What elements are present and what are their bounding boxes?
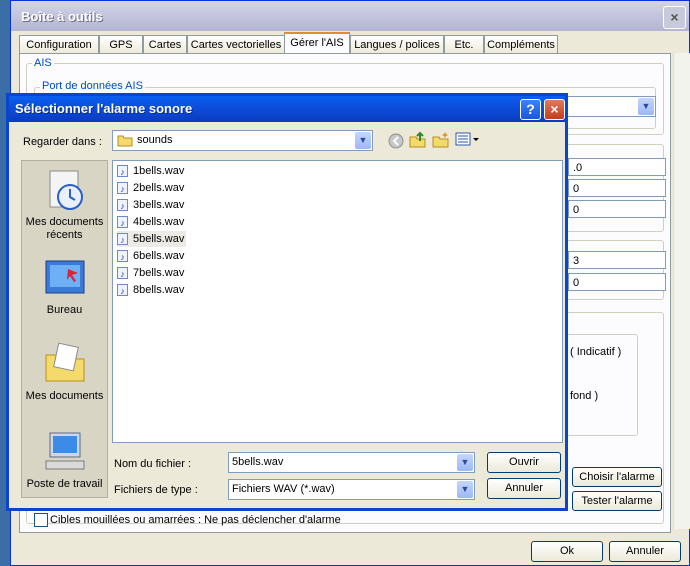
indicatif-text: ( Indicatif ) [570,346,622,358]
audio-file-icon: ♪ [117,284,128,296]
list-item[interactable]: ♪ 2bells.wav [117,180,186,196]
view-menu-icon[interactable] [455,132,481,151]
audio-file-icon: ♪ [117,216,128,228]
filetype-select[interactable]: Fichiers WAV (*.wav) ▼ [228,479,475,500]
value-field-2[interactable]: 0 [568,179,666,197]
dialog-close-button[interactable]: × [544,99,565,120]
toolbox-close-button[interactable]: × [663,6,686,29]
place-recent-documents[interactable]: Mes documents récents [22,167,107,242]
place-my-documents[interactable]: Mes documents [22,341,107,403]
chevron-down-icon: ▼ [355,132,371,149]
look-in-label: Regarder dans : [23,136,102,148]
value-field-4[interactable]: 3 [568,251,666,269]
list-item[interactable]: ♪ 7bells.wav [117,265,186,281]
test-alarm-button[interactable]: Tester l'alarme [572,491,662,511]
help-button[interactable]: ? [520,99,541,120]
fond-text: fond ) [570,390,599,402]
place-label: Bureau [46,304,83,316]
list-item[interactable]: ♪ 4bells.wav [117,214,186,230]
place-label: Poste de travail [26,478,103,490]
value-field-5[interactable]: 0 [568,273,666,291]
places-bar: Mes documents récents Bureau Mes documen… [21,160,108,498]
my-computer-icon [42,432,88,478]
back-icon[interactable] [387,132,405,153]
list-item[interactable]: ♪ 6bells.wav [117,248,186,264]
chevron-down-icon: ▼ [638,98,654,115]
tab-gps[interactable]: GPS [99,35,143,54]
tab-langues-polices[interactable]: Langues / polices [350,35,444,54]
my-documents-icon [42,342,88,390]
list-item[interactable]: ♪ 1bells.wav [117,163,186,179]
dialog-title: Sélectionner l'alarme sonore [15,101,193,116]
filename-label: Nom du fichier : [114,458,192,470]
recent-documents-icon [42,170,88,216]
look-in-value: sounds [137,134,173,146]
toolbox-title-bar[interactable]: Boîte à outils × [11,1,689,31]
toolbox-ok-button[interactable]: Ok [531,541,603,562]
list-item[interactable]: ♪ 5bells.wav [117,231,187,247]
tab-cartes-vectorielles[interactable]: Cartes vectorielles [187,35,285,54]
audio-file-icon: ♪ [117,199,128,211]
up-folder-icon[interactable] [409,131,427,152]
toolbox-cancel-button[interactable]: Annuler [609,541,681,562]
value-field-3[interactable]: 0 [568,200,666,218]
moored-targets-label: Cibles mouillées ou amarrées : Ne pas dé… [50,514,341,526]
toolbox-scrollbar[interactable] [673,53,690,529]
look-in-select[interactable]: sounds ▼ [112,130,373,151]
place-desktop[interactable]: Bureau [22,255,107,317]
moored-targets-checkbox[interactable] [34,513,48,527]
tab-cartes[interactable]: Cartes [143,35,187,54]
dialog-cancel-button[interactable]: Annuler [487,478,561,499]
filetype-label: Fichiers de type : [114,484,198,496]
chevron-down-icon: ▼ [457,481,473,498]
tab-etc[interactable]: Etc. [444,35,484,54]
list-item[interactable]: ♪ 3bells.wav [117,197,186,213]
tab-complements[interactable]: Compléments [484,35,558,54]
list-item[interactable]: ♪ 8bells.wav [117,282,186,298]
audio-file-icon: ♪ [117,250,128,262]
desktop-icon [42,260,88,304]
audio-file-icon: ♪ [117,267,128,279]
ais-group-label: AIS [32,57,54,69]
ais-port-select[interactable]: ▼ [560,96,656,117]
ais-port-group-label: Port de données AIS [40,80,145,92]
audio-file-icon: ♪ [117,165,128,177]
value-field-1[interactable]: .0 [568,158,666,176]
filename-field[interactable]: 5bells.wav ▼ [228,452,475,473]
filetype-value: Fichiers WAV (*.wav) [232,483,335,495]
select-alarm-dialog: Sélectionner l'alarme sonore ? × Regarde… [6,93,568,511]
place-my-computer[interactable]: Poste de travail [22,429,107,491]
dialog-title-bar[interactable]: Sélectionner l'alarme sonore ? × [9,96,565,122]
toolbox-title: Boîte à outils [21,9,103,24]
open-button[interactable]: Ouvrir [487,452,561,473]
audio-file-icon: ♪ [117,182,128,194]
place-label: Mes documents [25,390,104,402]
tab-configuration[interactable]: Configuration [19,35,99,54]
filename-value: 5bells.wav [232,456,284,468]
audio-file-icon: ♪ [117,233,128,245]
chevron-down-icon: ▼ [457,454,473,471]
new-folder-icon[interactable] [432,131,450,152]
file-list: ♪ 1bells.wav ♪ 2bells.wav ♪ 3bells.wav ♪ 4be… [112,160,563,443]
choose-alarm-button[interactable]: Choisir l'alarme [572,467,662,487]
folder-icon [117,134,133,150]
place-label: Mes documents récents [25,216,104,241]
